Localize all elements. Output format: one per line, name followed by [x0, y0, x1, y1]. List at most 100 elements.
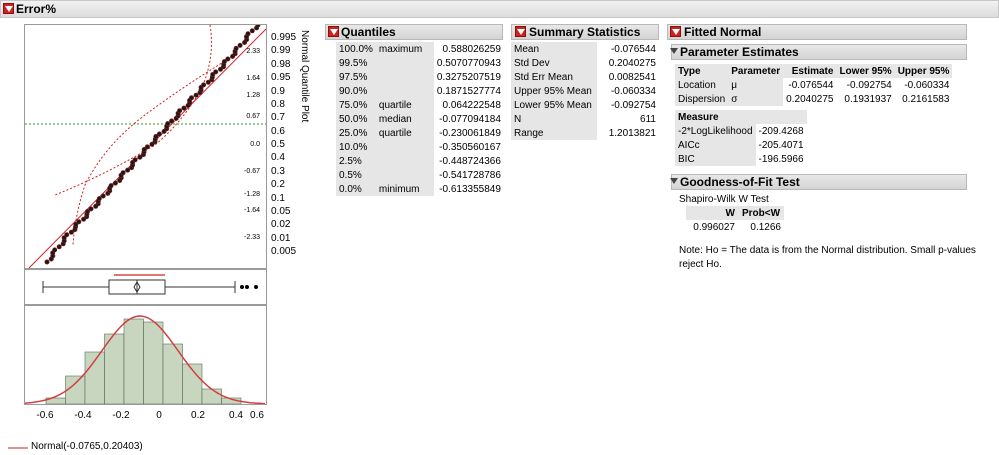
measure-value-header: [755, 110, 807, 124]
quantile-point: [132, 157, 138, 163]
quantile-point: [245, 31, 251, 37]
left-tick-label: -1.64: [244, 207, 260, 214]
right-tick-label: 0.3: [271, 165, 285, 177]
summary-label: Std Dev: [511, 56, 597, 70]
goodness-of-fit-title: Goodness-of-Fit Test: [680, 175, 800, 189]
param-column-header: Type: [675, 64, 729, 78]
quantile-percent: 50.0%: [336, 112, 376, 126]
summary-label: Range: [511, 126, 597, 140]
summary-row: Lower 95% Mean -0.092754: [511, 98, 659, 112]
quantile-percent: 99.5%: [336, 56, 376, 70]
quantile-percent: 97.5%: [336, 70, 376, 84]
quantile-label: maximum: [375, 42, 434, 56]
quantile-point: [165, 121, 171, 127]
outlier-point: [245, 285, 249, 289]
histogram: [24, 305, 267, 405]
left-tick-label: -2.33: [244, 234, 260, 241]
quantile-axis-title: Normal Quantile Plot: [299, 30, 310, 123]
param-cell: Location: [675, 78, 729, 92]
quantile-value: 0.3275207519: [436, 71, 501, 83]
legend-line-icon: [8, 447, 28, 449]
quantile-value: -0.077094184: [439, 113, 501, 125]
quantile-value: -0.448724366: [439, 155, 501, 167]
quantile-row: 25.0% quartile -0.230061849: [336, 126, 504, 140]
quantile-percent: 0.5%: [336, 168, 376, 182]
right-tick-label: 0.8: [271, 98, 285, 110]
report-title: Error%: [16, 2, 57, 16]
right-tick-label: 0.95: [271, 72, 291, 84]
quantile-label: minimum: [375, 182, 434, 196]
quantile-point: [225, 56, 231, 62]
quantile-label: [375, 56, 434, 70]
right-tick-label: 0.99: [271, 45, 291, 57]
right-tick-label: 0.05: [271, 205, 291, 217]
quantile-percent: 100.0%: [336, 42, 376, 56]
summary-label: Lower 95% Mean: [511, 98, 597, 112]
parameter-estimates-disclosure-icon[interactable]: [670, 48, 678, 54]
summary-row: Upper 95% Mean -0.060334: [511, 84, 659, 98]
param-column-header: Estimate: [783, 64, 837, 78]
fitted-normal-disclosure-icon[interactable]: [670, 26, 681, 37]
quantile-point: [88, 206, 94, 212]
summary-row: N 611: [511, 112, 659, 126]
quantile-row: 2.5% -0.448724366: [336, 154, 504, 168]
quantile-point: [237, 42, 243, 48]
measure-header: Measure: [675, 110, 756, 124]
gof-prob-value: 0.1266: [750, 221, 781, 233]
measure-label: BIC: [675, 152, 756, 166]
param-cell: μ: [728, 78, 784, 92]
right-tick-label: 0.9: [271, 85, 285, 97]
quantile-value: -0.613355849: [439, 183, 501, 195]
summary-label: Upper 95% Mean: [511, 84, 597, 98]
histogram-svg: [24, 315, 266, 405]
quantile-point: [156, 131, 162, 137]
quantile-point: [189, 95, 195, 101]
right-tick-label: 0.1: [271, 192, 285, 204]
quantile-row: 0.5% -0.541728786: [336, 168, 504, 182]
quantile-row: 50.0% median -0.077094184: [336, 112, 504, 126]
measure-row: -2*LogLikelihood -209.4268: [675, 124, 807, 138]
quantiles-disclosure-icon[interactable]: [328, 26, 339, 37]
param-cell: 0.2040275: [786, 93, 834, 105]
gof-w-header: W: [686, 206, 738, 220]
goodness-of-fit-table: W Prob<W 0.996027 0.1266: [686, 206, 784, 234]
right-tick-label: 0.98: [271, 58, 291, 70]
measure-label: -2*LogLikelihood: [675, 124, 756, 138]
quantile-label: [375, 168, 434, 182]
quantile-value: -0.230061849: [439, 127, 501, 139]
goodness-of-fit-disclosure-icon[interactable]: [670, 178, 678, 184]
gof-w-value: 0.996027: [693, 221, 735, 233]
quantile-row: 0.0% minimum -0.613355849: [336, 182, 504, 196]
quantile-value: -0.350560167: [439, 141, 501, 153]
summary-title: Summary Statistics: [529, 25, 641, 39]
param-column-header: Upper 95%: [894, 64, 953, 78]
summary-value: 611: [640, 113, 656, 125]
left-tick-label: 1.64: [246, 75, 260, 82]
quantile-point: [52, 247, 58, 253]
quantile-row: 90.0% 0.1871527774: [336, 84, 504, 98]
quantile-point: [120, 170, 126, 176]
summary-value: 0.0082541: [608, 71, 656, 83]
quantile-points: [44, 22, 261, 265]
parameter-estimates-title: Parameter Estimates: [680, 45, 799, 59]
histogram-tick-label: 0.6: [250, 410, 264, 421]
quantile-point: [201, 82, 207, 88]
histogram-tick-label: -0.4: [74, 410, 92, 421]
quantile-percent: 10.0%: [336, 140, 376, 154]
report-disclosure-icon[interactable]: [3, 3, 14, 14]
param-cell: 0.1931937: [844, 93, 892, 105]
measure-value: -196.5966: [758, 153, 804, 165]
quantiles-table: 100.0% maximum 0.588026259 99.5% 0.507077094…: [336, 42, 504, 196]
histogram-tick-label: 0.4: [229, 410, 243, 421]
left-tick-label: 0.0: [250, 141, 260, 148]
summary-disclosure-icon[interactable]: [515, 26, 526, 37]
box-plot-svg: [42, 274, 258, 295]
quantile-point: [177, 108, 183, 114]
quantile-percent: 2.5%: [336, 154, 376, 168]
right-tick-label: 0.02: [271, 219, 291, 231]
right-tick-label: 0.6: [271, 125, 285, 137]
measure-row: AICc -205.4071: [675, 138, 807, 152]
quantile-label: quartile: [375, 126, 434, 140]
quantile-row: 10.0% -0.350560167: [336, 140, 504, 154]
quantile-percent: 90.0%: [336, 84, 376, 98]
